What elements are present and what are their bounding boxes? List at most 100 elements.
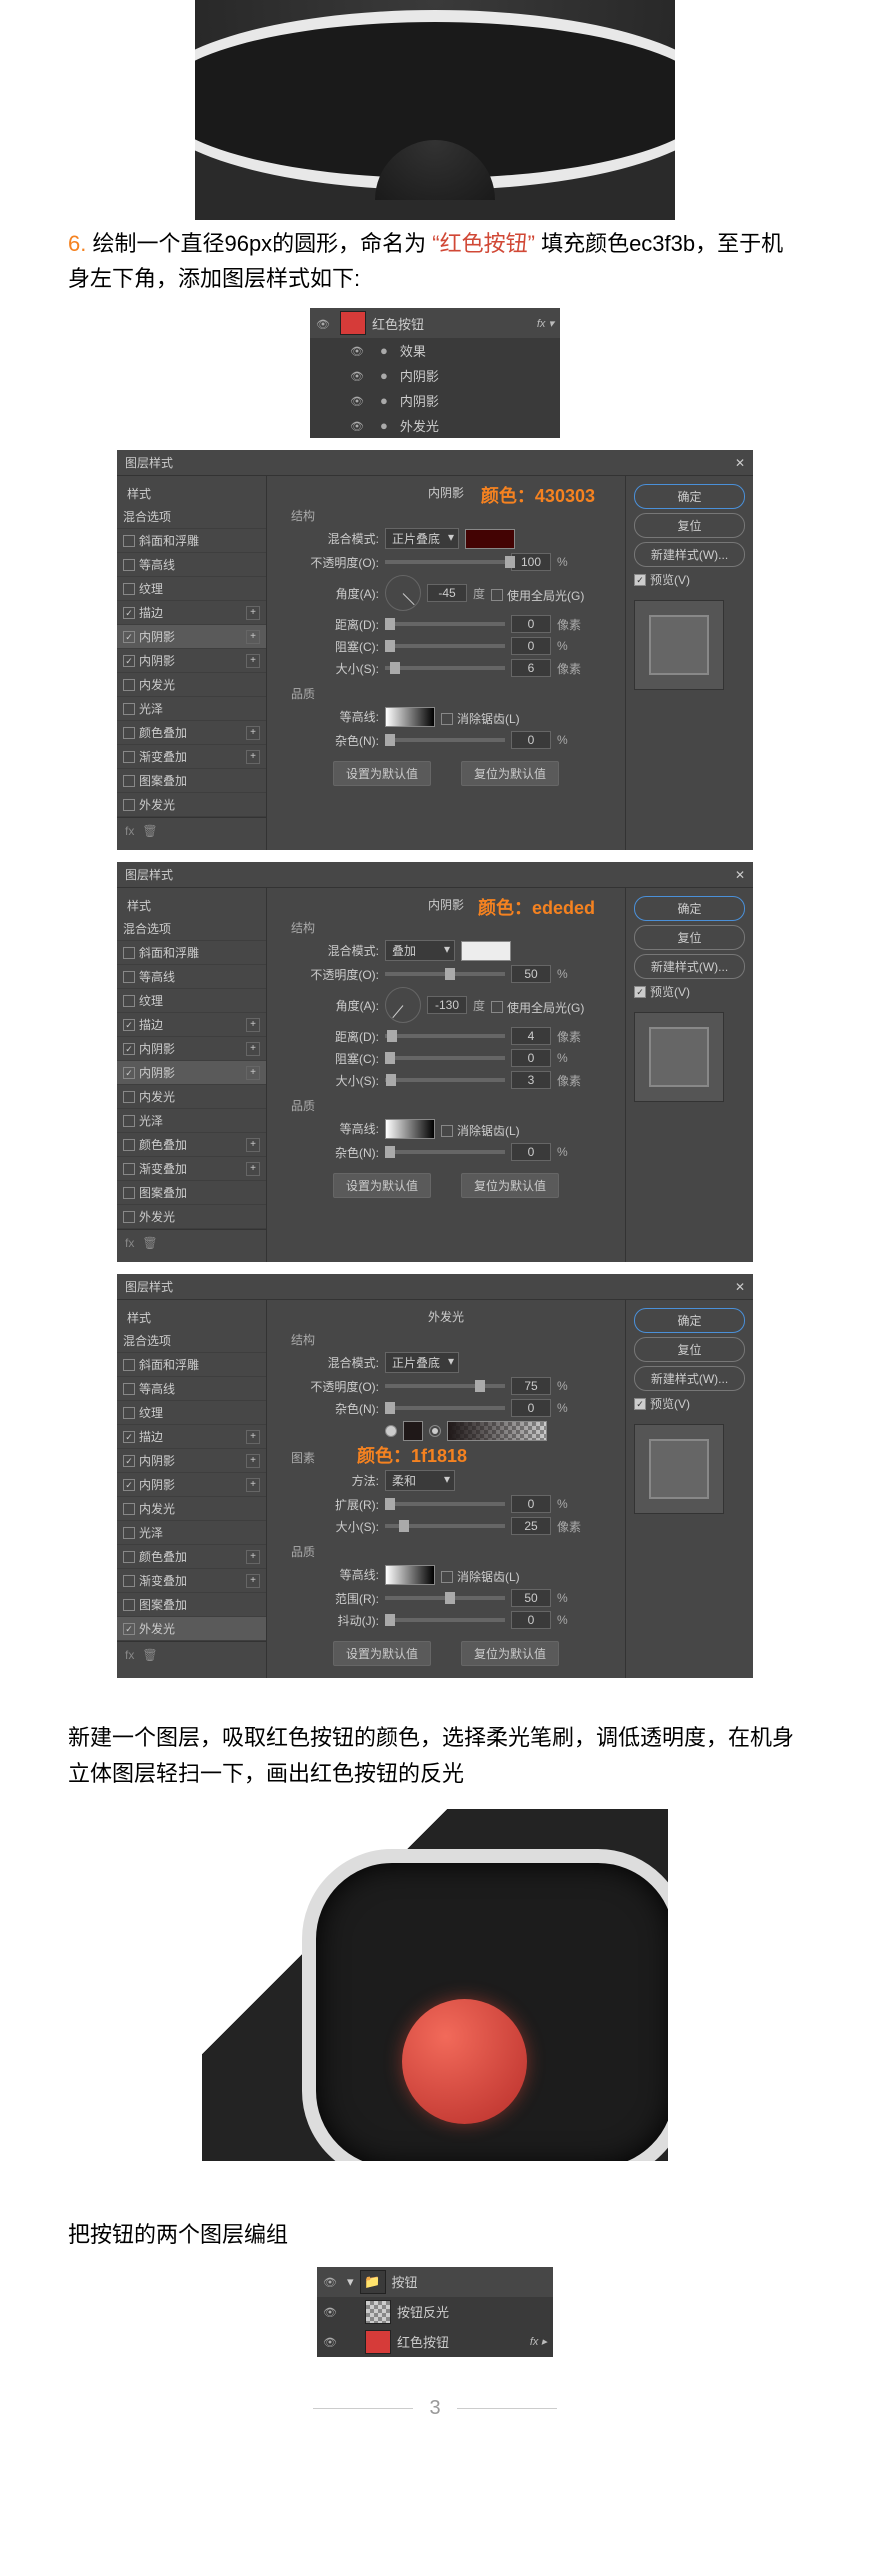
chevron-icon[interactable]: ▾ — [347, 2274, 354, 2290]
inner-glow-item[interactable]: 内发光 — [117, 673, 266, 697]
checkbox[interactable] — [123, 1211, 135, 1223]
satin-item[interactable]: 光泽 — [117, 1521, 266, 1545]
checkbox[interactable] — [123, 995, 135, 1007]
checkbox[interactable] — [123, 1623, 135, 1635]
opacity-slider[interactable] — [385, 1384, 505, 1388]
checkbox[interactable] — [123, 727, 135, 739]
range-slider[interactable] — [385, 1596, 505, 1600]
add-icon[interactable]: + — [246, 654, 260, 668]
antialias-checkbox[interactable] — [441, 713, 453, 725]
effect-outer-glow[interactable]: 外发光 — [310, 413, 560, 438]
color-swatch[interactable] — [465, 529, 515, 549]
angle-value[interactable]: -45 — [427, 584, 467, 602]
blend-mode-select[interactable]: 正片叠底 — [385, 1352, 459, 1373]
preview-checkbox[interactable] — [634, 986, 646, 998]
fx-badge[interactable]: fx ▾ — [537, 317, 554, 330]
add-icon[interactable]: + — [246, 630, 260, 644]
noise-slider[interactable] — [385, 738, 505, 742]
close-icon[interactable]: ✕ — [735, 456, 745, 470]
inner-glow-item[interactable]: 内发光 — [117, 1085, 266, 1109]
reset-default-button[interactable]: 复位为默认值 — [461, 1173, 559, 1198]
trash-icon[interactable]: 🗑 — [142, 1648, 157, 1662]
stroke-item[interactable]: 描边+ — [117, 1013, 266, 1037]
method-select[interactable]: 柔和 — [385, 1470, 455, 1491]
checkbox[interactable] — [123, 1115, 135, 1127]
checkbox[interactable] — [123, 1163, 135, 1175]
contour-picker[interactable] — [385, 707, 435, 727]
checkbox[interactable] — [123, 631, 135, 643]
size-slider[interactable] — [385, 1524, 505, 1528]
inner-shadow-item[interactable]: 内阴影+ — [117, 1037, 266, 1061]
blend-options[interactable]: 混合选项 — [117, 917, 266, 941]
opacity-value[interactable]: 75 — [511, 1377, 551, 1395]
jitter-slider[interactable] — [385, 1618, 505, 1622]
effect-inner-shadow-2[interactable]: 内阴影 — [310, 388, 560, 413]
visibility-icon[interactable] — [350, 393, 368, 408]
checkbox[interactable] — [123, 1091, 135, 1103]
noise-value[interactable]: 0 — [511, 1399, 551, 1417]
distance-slider[interactable] — [385, 1034, 505, 1038]
add-icon[interactable]: + — [246, 1574, 260, 1588]
outer-glow-item[interactable]: 外发光 — [117, 793, 266, 817]
add-icon[interactable]: + — [246, 606, 260, 620]
antialias-checkbox[interactable] — [441, 1571, 453, 1583]
styles-header[interactable]: 样式 — [117, 482, 266, 505]
add-icon[interactable]: + — [246, 1430, 260, 1444]
checkbox[interactable] — [123, 1139, 135, 1151]
cancel-button[interactable]: 复位 — [634, 1337, 745, 1362]
distance-value[interactable]: 4 — [511, 1027, 551, 1045]
size-value[interactable]: 25 — [511, 1517, 551, 1535]
preview-checkbox[interactable] — [634, 574, 646, 586]
styles-header[interactable]: 样式 — [117, 1306, 266, 1329]
checkbox[interactable] — [123, 583, 135, 595]
contour-picker[interactable] — [385, 1119, 435, 1139]
angle-dial[interactable] — [385, 575, 421, 611]
checkbox[interactable] — [123, 971, 135, 983]
add-icon[interactable]: + — [246, 1162, 260, 1176]
stroke-item[interactable]: 描边+ — [117, 1425, 266, 1449]
reset-default-button[interactable]: 复位为默认值 — [461, 761, 559, 786]
inner-shadow-item-2[interactable]: 内阴影+ — [117, 1061, 266, 1085]
close-icon[interactable]: ✕ — [735, 868, 745, 882]
blend-options[interactable]: 混合选项 — [117, 1329, 266, 1353]
checkbox[interactable] — [123, 703, 135, 715]
checkbox[interactable] — [123, 1503, 135, 1515]
effects-row[interactable]: 效果 — [310, 338, 560, 363]
bevel-item[interactable]: 斜面和浮雕 — [117, 941, 266, 965]
checkbox[interactable] — [123, 775, 135, 787]
close-icon[interactable]: ✕ — [735, 1280, 745, 1294]
gradient-overlay-item[interactable]: 渐变叠加+ — [117, 1157, 266, 1181]
range-value[interactable]: 50 — [511, 1589, 551, 1607]
checkbox[interactable] — [123, 1359, 135, 1371]
noise-value[interactable]: 0 — [511, 1143, 551, 1161]
trash-icon[interactable]: 🗑 — [142, 1236, 157, 1250]
outer-glow-item[interactable]: 外发光 — [117, 1205, 266, 1229]
gradient-swatch[interactable] — [447, 1421, 547, 1441]
checkbox[interactable] — [123, 655, 135, 667]
global-light-checkbox[interactable] — [491, 589, 503, 601]
blend-options[interactable]: 混合选项 — [117, 505, 266, 529]
choke-slider[interactable] — [385, 644, 505, 648]
contour-item[interactable]: 等高线 — [117, 553, 266, 577]
checkbox[interactable] — [123, 1187, 135, 1199]
checkbox[interactable] — [123, 1551, 135, 1563]
contour-item[interactable]: 等高线 — [117, 965, 266, 989]
contour-item[interactable]: 等高线 — [117, 1377, 266, 1401]
cancel-button[interactable]: 复位 — [634, 925, 745, 950]
bevel-item[interactable]: 斜面和浮雕 — [117, 529, 266, 553]
checkbox[interactable] — [123, 751, 135, 763]
noise-value[interactable]: 0 — [511, 731, 551, 749]
trash-icon[interactable]: 🗑 — [142, 824, 157, 838]
inner-shadow-item[interactable]: 内阴影+ — [117, 625, 266, 649]
layer-row[interactable]: 按钮反光 — [317, 2297, 553, 2327]
jitter-value[interactable]: 0 — [511, 1611, 551, 1629]
checkbox[interactable] — [123, 947, 135, 959]
size-slider[interactable] — [385, 1078, 505, 1082]
antialias-checkbox[interactable] — [441, 1125, 453, 1137]
gradient-overlay-item[interactable]: 渐变叠加+ — [117, 1569, 266, 1593]
ok-button[interactable]: 确定 — [634, 484, 745, 509]
checkbox[interactable] — [123, 679, 135, 691]
checkbox[interactable] — [123, 1019, 135, 1031]
opacity-value[interactable]: 100 — [511, 553, 551, 571]
checkbox[interactable] — [123, 1455, 135, 1467]
